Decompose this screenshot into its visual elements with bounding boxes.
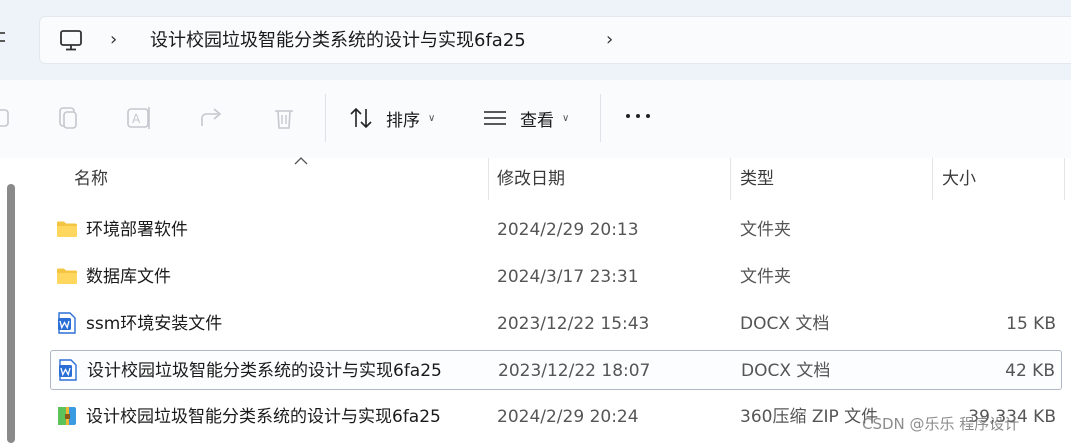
breadcrumb-chevron-icon[interactable]: › — [110, 29, 124, 51]
file-row-selected[interactable]: 设计校园垃圾智能分类系统的设计与实现6fa25 2023/12/22 18:07… — [50, 350, 1062, 390]
column-divider[interactable] — [730, 158, 731, 200]
file-type: DOCX 文档 — [740, 314, 830, 334]
file-date: 2024/2/29 20:13 — [497, 220, 639, 240]
column-size[interactable]: 大小 — [942, 158, 976, 200]
file-size: 15 KB — [1006, 314, 1056, 334]
sort-arrows-icon — [350, 107, 372, 129]
this-pc-icon[interactable] — [58, 27, 84, 53]
file-row[interactable]: 环境部署软件 2024/2/29 20:13 文件夹 — [50, 210, 1062, 250]
folder-icon — [57, 268, 77, 284]
file-type: 文件夹 — [740, 220, 791, 240]
file-type: 文件夹 — [740, 267, 791, 287]
toolbar-separator — [600, 94, 601, 142]
breadcrumb-expand-chevron-icon[interactable]: › — [606, 29, 620, 51]
column-date-modified[interactable]: 修改日期 — [497, 158, 565, 200]
zip-archive-icon — [58, 407, 76, 425]
title-bar: › 设计校园垃圾智能分类系统的设计与实现6fa25 › — [0, 0, 1071, 80]
file-row[interactable]: 数据库文件 2024/3/17 23:31 文件夹 — [50, 257, 1062, 297]
file-list: 名称 修改日期 类型 大小 环境部署软件 2024/2/29 20:13 文件夹… — [0, 157, 1071, 443]
view-button[interactable]: 查看 ∨ — [482, 102, 569, 134]
file-name: ssm环境安装文件 — [86, 314, 223, 334]
scrollbar-thumb[interactable] — [7, 184, 15, 443]
breadcrumb-current-folder[interactable]: 设计校园垃圾智能分类系统的设计与实现6fa25 — [150, 27, 526, 55]
file-name: 设计校园垃圾智能分类系统的设计与实现6fa25 — [86, 407, 441, 427]
sort-label: 排序 — [386, 110, 420, 131]
delete-icon[interactable] — [268, 102, 300, 134]
view-lines-icon — [484, 111, 506, 125]
file-name: 环境部署软件 — [86, 220, 188, 240]
file-name: 数据库文件 — [86, 267, 171, 287]
file-type: 360压缩 ZIP 文件 — [740, 407, 879, 427]
more-options-icon[interactable] — [624, 114, 654, 122]
file-date: 2023/12/22 15:43 — [497, 314, 650, 334]
view-label: 查看 — [520, 110, 554, 131]
address-bar[interactable]: › 设计校园垃圾智能分类系统的设计与实现6fa25 › — [39, 16, 1071, 64]
command-bar: A 排序 ∨ 查看 ∨ — [0, 80, 1071, 159]
file-date: 2023/12/22 18:07 — [498, 361, 651, 381]
file-size: 42 KB — [1005, 361, 1055, 381]
svg-text:A: A — [132, 112, 141, 126]
cut-icon[interactable] — [0, 102, 18, 134]
chevron-down-icon: ∨ — [562, 112, 570, 124]
column-divider[interactable] — [932, 158, 933, 200]
column-divider[interactable] — [488, 158, 489, 200]
column-type[interactable]: 类型 — [740, 158, 774, 200]
sort-button[interactable]: 排序 ∨ — [348, 102, 435, 134]
rename-icon[interactable]: A — [124, 102, 156, 134]
share-icon[interactable] — [196, 102, 228, 134]
column-header-row: 名称 修改日期 类型 大小 — [24, 157, 1071, 200]
file-date: 2024/3/17 23:31 — [497, 267, 639, 287]
file-name: 设计校园垃圾智能分类系统的设计与实现6fa25 — [87, 361, 442, 381]
column-divider[interactable] — [1064, 158, 1065, 200]
chevron-down-icon: ∨ — [428, 112, 436, 124]
sort-ascending-icon — [294, 157, 308, 165]
word-doc-icon — [58, 312, 76, 334]
toolbar-separator — [325, 94, 326, 142]
file-row[interactable]: ssm环境安装文件 2023/12/22 15:43 DOCX 文档 15 KB — [50, 304, 1062, 344]
copy-icon[interactable] — [52, 102, 84, 134]
folder-icon — [57, 221, 77, 237]
word-doc-icon — [59, 359, 77, 381]
file-date: 2024/2/29 20:24 — [497, 407, 639, 427]
vertical-scrollbar[interactable] — [0, 158, 18, 443]
file-type: DOCX 文档 — [741, 361, 831, 381]
watermark-text: CSDN @乐乐 程序设计 — [862, 415, 1020, 433]
menu-peek-icon[interactable] — [0, 24, 8, 52]
column-name[interactable]: 名称 — [74, 158, 108, 200]
